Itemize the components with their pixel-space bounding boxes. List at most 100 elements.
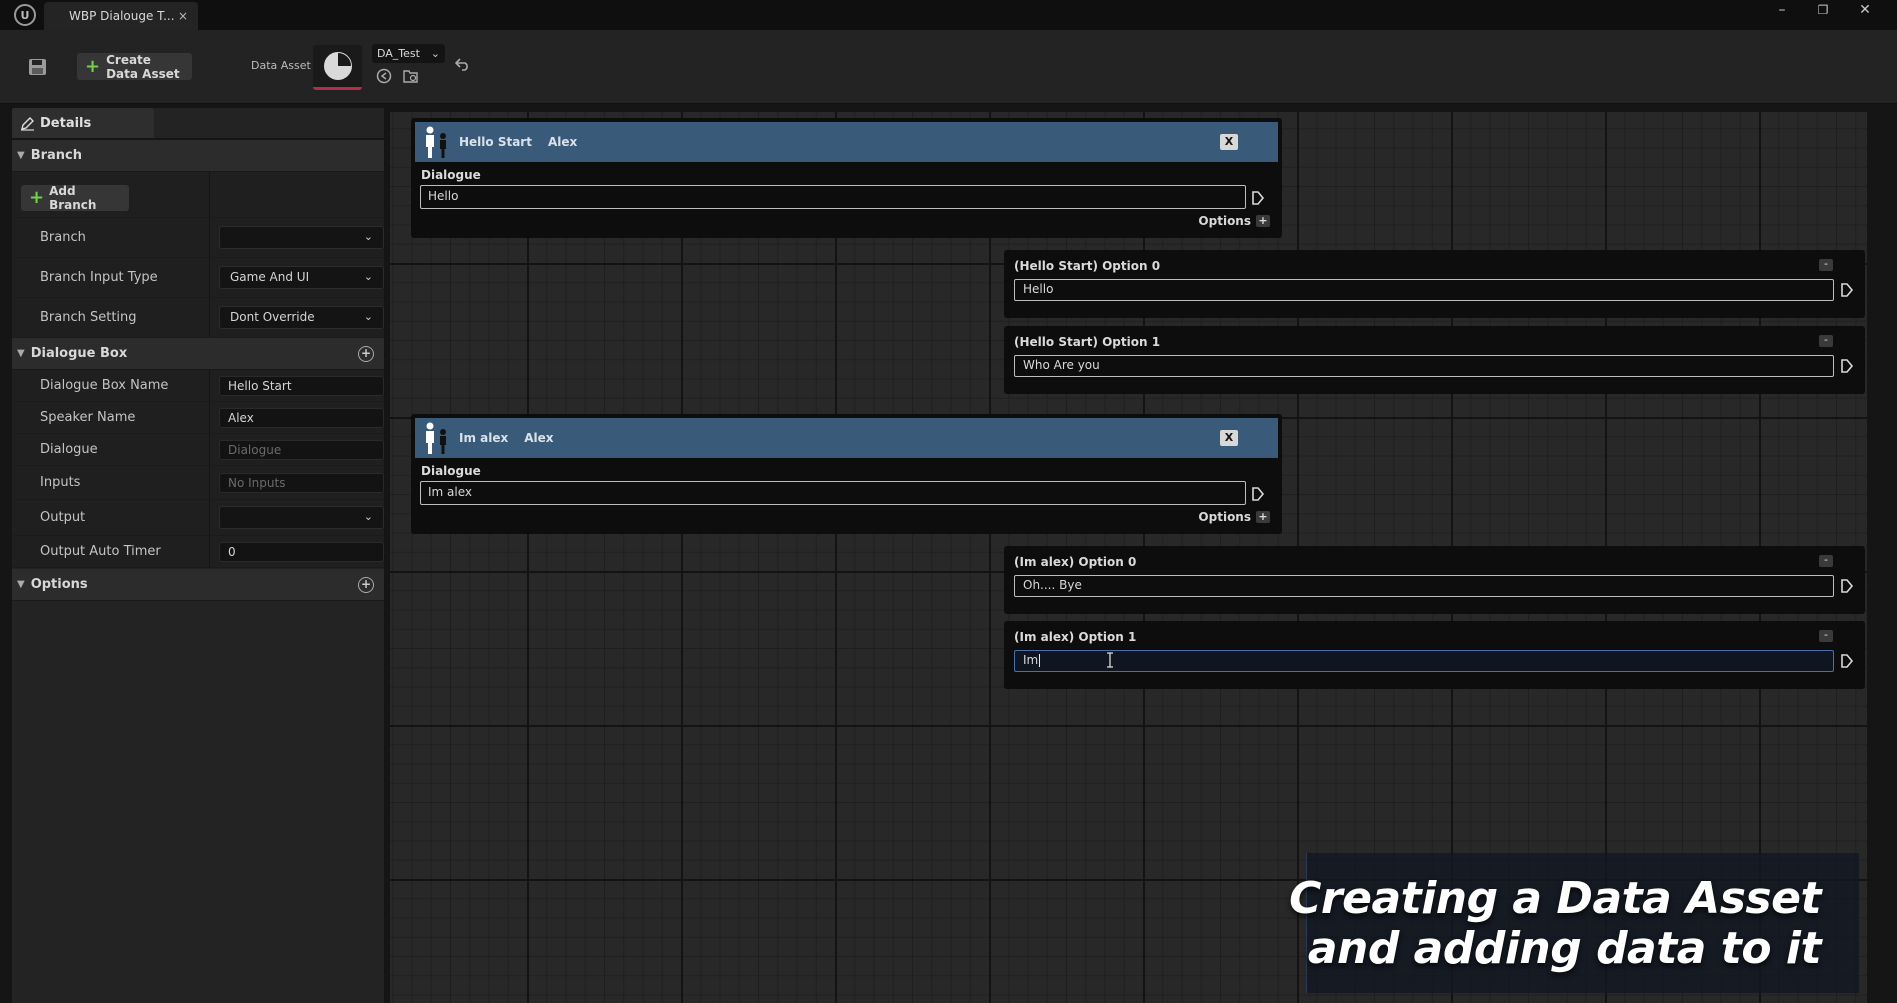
output-pin-icon[interactable] xyxy=(1840,358,1854,374)
data-asset-select[interactable]: DA_Test ⌄ xyxy=(372,44,445,63)
dialogue-input[interactable]: Dialogue xyxy=(219,440,384,460)
details-tab[interactable]: Details xyxy=(12,108,154,139)
expand-triangle-icon: ▼ xyxy=(17,150,25,161)
branch-section-header[interactable]: ▼ Branch xyxy=(12,140,384,172)
output-auto-timer-input[interactable]: 0 xyxy=(219,542,384,562)
node-speaker: Alex xyxy=(547,135,578,149)
add-option-plus-icon[interactable]: + xyxy=(1256,511,1270,523)
option-text-field-active[interactable]: Im xyxy=(1014,650,1834,672)
dialogue-text-field[interactable]: Hello xyxy=(420,185,1246,209)
speaker-name-input[interactable]: Alex xyxy=(219,408,384,428)
output-select[interactable]: ⌄ xyxy=(219,506,384,529)
close-node-button[interactable]: X xyxy=(1220,430,1238,446)
node-speaker: Alex xyxy=(524,431,554,445)
branch-setting-value: Dont Override xyxy=(230,310,315,324)
dialogue-label: Dialogue xyxy=(40,442,98,457)
dialogue-node-header: Hello Start Alex X xyxy=(415,122,1278,162)
output-pin-icon[interactable] xyxy=(1840,578,1854,594)
dialogue-box-name-input[interactable]: Hello Start xyxy=(219,376,384,396)
create-data-asset-button[interactable]: + Create Data Asset xyxy=(77,52,192,81)
option-node[interactable]: (Hello Start) Option 1 - Who Are you xyxy=(1004,326,1865,394)
inputs-label: Inputs xyxy=(40,475,81,490)
data-asset-label: Data Asset xyxy=(251,59,311,72)
create-data-asset-label: Create Data Asset xyxy=(106,52,180,81)
remove-option-icon[interactable]: - xyxy=(1819,629,1833,642)
dialogue-box-name-row: Dialogue Box Name Hello Start xyxy=(12,370,384,402)
plus-icon: + xyxy=(85,55,101,77)
output-pin-icon[interactable] xyxy=(1840,653,1854,669)
minimize-icon[interactable]: – xyxy=(1765,0,1799,20)
branch-input-type-select[interactable]: Game And UI ⌄ xyxy=(219,266,384,289)
options-toggle[interactable]: Options + xyxy=(1198,214,1270,228)
branch-row: Branch ⌄ xyxy=(12,218,384,258)
branch-setting-row: Branch Setting Dont Override ⌄ xyxy=(12,298,384,338)
options-label: Options xyxy=(1198,214,1251,228)
output-auto-timer-row: Output Auto Timer 0 xyxy=(12,536,384,568)
dialogue-box-name-label: Dialogue Box Name xyxy=(40,378,169,393)
data-asset-thumbnail[interactable] xyxy=(313,45,362,90)
details-tab-label: Details xyxy=(40,116,92,131)
row-divider xyxy=(209,172,210,217)
save-icon[interactable] xyxy=(28,58,48,76)
dialogue-text-field[interactable]: Im alex xyxy=(420,481,1246,505)
remove-option-icon[interactable]: - xyxy=(1819,334,1833,347)
remove-option-icon[interactable]: - xyxy=(1819,554,1833,567)
undo-icon[interactable] xyxy=(455,57,471,71)
branch-input-type-label: Branch Input Type xyxy=(40,270,158,285)
node-name: Hello Start xyxy=(459,135,532,149)
browse-asset-icon[interactable] xyxy=(403,68,419,84)
close-window-icon[interactable]: ✕ xyxy=(1848,0,1882,20)
unreal-logo-icon[interactable]: U xyxy=(14,4,36,26)
options-section-title: Options xyxy=(30,577,88,592)
dialogue-label: Dialogue xyxy=(421,464,481,478)
option-node[interactable]: (Hello Start) Option 0 - Hello xyxy=(1004,250,1865,318)
add-dialogue-box-icon[interactable]: + xyxy=(358,346,374,362)
use-selected-asset-icon[interactable] xyxy=(376,68,392,84)
option-text-field[interactable]: Hello xyxy=(1014,279,1834,301)
restore-icon[interactable]: ❐ xyxy=(1806,0,1840,20)
close-tab-icon[interactable]: × xyxy=(178,9,188,23)
option-node[interactable]: (Im alex) Option 0 - Oh.... Bye xyxy=(1004,546,1865,614)
row-divider xyxy=(209,402,210,433)
close-node-button[interactable]: X xyxy=(1220,134,1238,150)
branch-section-title: Branch xyxy=(30,148,83,163)
data-asset-select-value: DA_Test xyxy=(377,47,420,60)
branch-input-type-value: Game And UI xyxy=(230,270,310,284)
caption-line-2: and adding data to it xyxy=(1307,923,1822,974)
row-divider xyxy=(209,500,210,535)
option-text-field[interactable]: Oh.... Bye xyxy=(1014,575,1834,597)
add-option-icon[interactable]: + xyxy=(358,577,374,593)
dialogue-node[interactable]: Im alex Alex X Dialogue Im alex Options … xyxy=(411,414,1282,534)
expand-triangle-icon: ▼ xyxy=(17,579,25,590)
remove-option-icon[interactable]: - xyxy=(1819,258,1833,271)
row-divider xyxy=(209,536,210,567)
output-pin-icon[interactable] xyxy=(1251,486,1265,502)
speaker-icon xyxy=(426,126,446,158)
expand-triangle-icon: ▼ xyxy=(17,348,25,359)
option-label: (Im alex) Option 0 xyxy=(1014,555,1137,569)
dialogue-box-section-header[interactable]: ▼ Dialogue Box + xyxy=(12,338,384,370)
text-cursor-icon xyxy=(1107,652,1113,668)
options-label: Options xyxy=(1198,510,1251,524)
title-bar xyxy=(0,0,1897,30)
branch-input-type-row: Branch Input Type Game And UI ⌄ xyxy=(12,258,384,298)
dialogue-row: Dialogue Dialogue xyxy=(12,434,384,466)
row-divider xyxy=(209,466,210,499)
options-toggle[interactable]: Options + xyxy=(1198,510,1270,524)
branch-select[interactable]: ⌄ xyxy=(219,226,384,249)
branch-setting-select[interactable]: Dont Override ⌄ xyxy=(219,306,384,329)
dialogue-node[interactable]: Hello Start Alex X Dialogue Hello Option… xyxy=(411,118,1282,238)
document-tab[interactable]: WBP Dialouge T... × xyxy=(44,2,198,30)
caption-line-1: Creating a Data Asset xyxy=(1289,873,1821,924)
add-option-plus-icon[interactable]: + xyxy=(1256,215,1270,227)
data-asset-pie-icon xyxy=(323,52,352,80)
add-branch-button[interactable]: + Add Branch xyxy=(21,184,129,212)
output-pin-icon[interactable] xyxy=(1251,190,1265,206)
option-node[interactable]: (Im alex) Option 1 - Im xyxy=(1004,621,1865,689)
dialogue-label: Dialogue xyxy=(421,168,481,182)
options-section-header[interactable]: ▼ Options + xyxy=(12,569,384,601)
inputs-input[interactable]: No Inputs xyxy=(219,473,384,493)
option-text-field[interactable]: Who Are you xyxy=(1014,355,1834,377)
row-divider xyxy=(209,298,210,337)
output-pin-icon[interactable] xyxy=(1840,282,1854,298)
